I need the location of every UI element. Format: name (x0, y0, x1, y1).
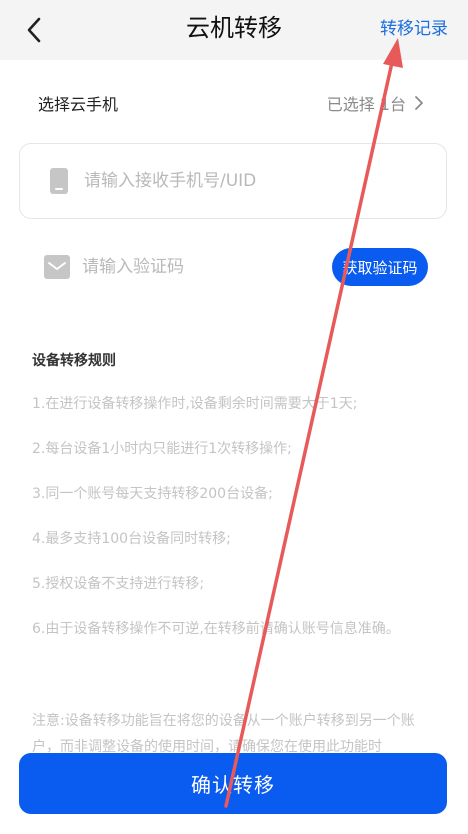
phone-icon (50, 168, 68, 194)
transfer-history-link[interactable]: 转移记录 (380, 16, 448, 42)
verification-code-input[interactable] (82, 257, 302, 277)
selected-count-text: 已选择 1台 (326, 95, 406, 114)
confirm-transfer-button[interactable]: 确认转移 (19, 753, 447, 814)
back-button[interactable] (18, 14, 50, 46)
chevron-right-icon (415, 96, 423, 110)
receiver-phone-uid-input[interactable] (84, 171, 404, 191)
select-cloud-phone-row[interactable]: 选择云手机 已选择 1台 (38, 88, 424, 118)
rule-item: 3.同一个账号每天支持转移200台设备; (32, 486, 273, 502)
receiver-input-box (19, 143, 447, 219)
rule-item: 5.授权设备不支持进行转移; (32, 576, 205, 592)
rule-item: 4.最多支持100台设备同时转移; (32, 531, 231, 547)
selected-count: 已选择 1台 (327, 91, 424, 115)
verification-code-row: 获取验证码 (44, 248, 428, 286)
get-code-button[interactable]: 获取验证码 (332, 248, 428, 286)
rule-item: 6.由于设备转移操作不可逆,在转移前请确认账号信息准确。 (32, 621, 400, 637)
chevron-left-icon (27, 17, 41, 43)
rule-item: 1.在进行设备转移操作时,设备剩余时间需要大于1天; (32, 396, 358, 412)
rule-item: 2.每台设备1小时内只能进行1次转移操作; (32, 441, 292, 457)
rules-title: 设备转移规则 (32, 353, 116, 369)
top-bar: 云机转移 转移记录 (0, 0, 468, 60)
select-cloud-phone-label: 选择云手机 (38, 95, 119, 114)
envelope-icon (44, 255, 70, 279)
